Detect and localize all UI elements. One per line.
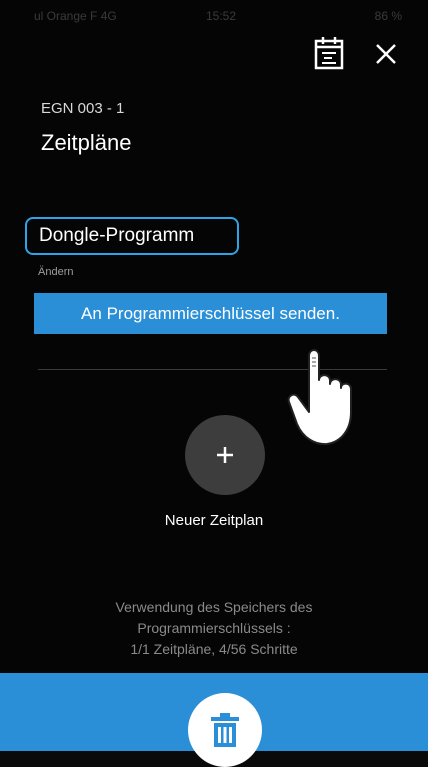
carrier-label: ul Orange F 4G [34, 9, 117, 23]
calendar-icon[interactable] [310, 34, 350, 74]
memory-usage-text: Verwendung des Speichers des Programmier… [0, 597, 428, 660]
program-name: Dongle-Programm [39, 225, 195, 246]
close-icon[interactable] [366, 34, 406, 74]
program-name-field[interactable]: Dongle-Programm [25, 217, 239, 255]
new-schedule-label[interactable]: Neuer Zeitplan [0, 512, 428, 529]
usage-line-2: Programmierschlüssels : [137, 620, 291, 636]
battery-label: 86 % [374, 9, 402, 23]
trash-icon [211, 713, 239, 747]
add-schedule-button[interactable] [185, 415, 265, 495]
time-label: 15:52 [206, 9, 237, 23]
send-button-label: An Programmierschlüssel senden. [81, 303, 340, 323]
usage-line-1: Verwendung des Speichers des [115, 599, 313, 615]
plus-icon [217, 447, 233, 463]
device-id: EGN 003 - 1 [41, 100, 125, 117]
usage-line-3: 1/1 Zeitpläne, 4/56 Schritte [130, 641, 298, 657]
change-link[interactable]: Ändern [38, 266, 73, 278]
page-title: Zeitpläne [41, 130, 132, 155]
send-to-key-button[interactable]: An Programmierschlüssel senden. [34, 293, 387, 334]
status-bar: ul Orange F 4G 15:52 86 % [0, 0, 428, 28]
app-screen: ul Orange F 4G 15:52 86 % EGN 003 - 1 Ze… [0, 0, 428, 767]
delete-button[interactable] [188, 693, 262, 767]
tap-gesture-hand-icon [285, 334, 395, 454]
header-actions [310, 30, 410, 74]
